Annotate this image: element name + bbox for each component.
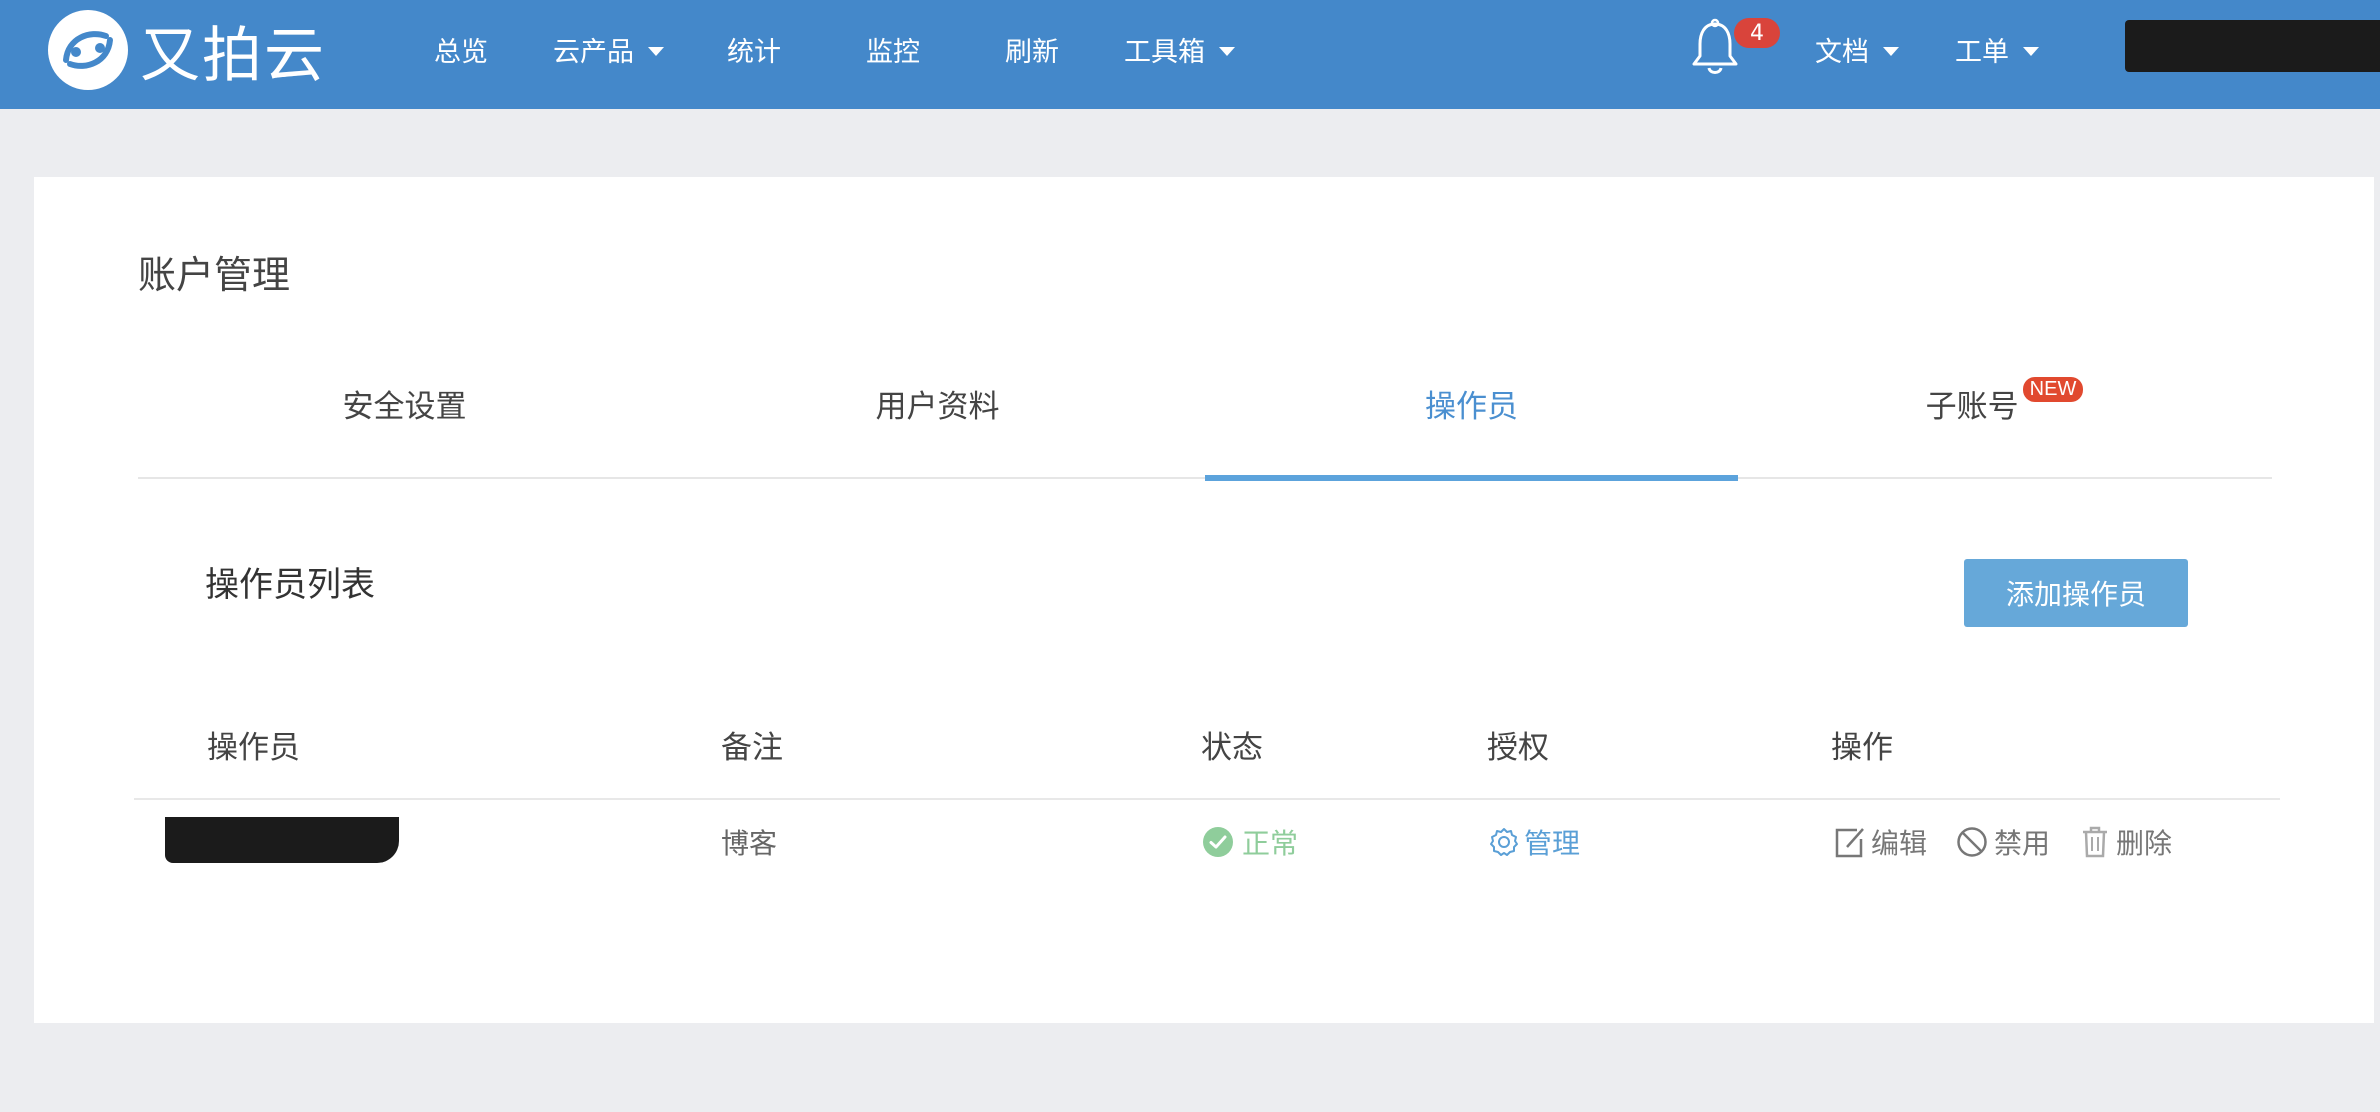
operators-section-title: 操作员列表 [205, 565, 375, 605]
disable-button[interactable]: 禁用 [1956, 822, 2050, 862]
tab-label: 安全设置 [342, 388, 467, 425]
edit-icon [1835, 828, 1864, 858]
top-nav-bar: 又拍云 总览 云产品 统计 监控 刷新 工具箱 4 文档 工单 [0, 0, 2380, 109]
column-header-remark: 备注 [721, 730, 783, 766]
nav-label: 总览 [434, 36, 488, 68]
add-operator-button[interactable]: 添加操作员 [1964, 559, 2188, 627]
tab-label: 操作员 [1425, 388, 1518, 425]
nav-label: 统计 [727, 36, 781, 68]
nav-item-refresh[interactable]: 刷新 [1005, 0, 1059, 98]
tab-sub-accounts[interactable]: 子账号 NEW [1738, 327, 2271, 479]
column-header-operator: 操作员 [207, 730, 300, 766]
redacted-user-menu[interactable] [2125, 20, 2380, 72]
delete-button[interactable]: 删除 [2080, 822, 2172, 862]
tab-security-settings[interactable]: 安全设置 [138, 327, 671, 479]
chevron-down-icon [1883, 46, 1899, 56]
nav-item-monitor[interactable]: 监控 [866, 0, 920, 98]
nav-label: 工具箱 [1124, 36, 1205, 68]
nav-label: 监控 [866, 36, 920, 68]
nav-item-statistics[interactable]: 统计 [727, 0, 781, 98]
redacted-operator-name [165, 817, 399, 863]
tab-label: 子账号 [1925, 388, 2019, 425]
nav-item-overview[interactable]: 总览 [434, 0, 488, 98]
auth-text: 管理 [1524, 827, 1581, 860]
operator-remark: 博客 [721, 827, 778, 860]
nav-item-docs[interactable]: 文档 [1815, 0, 1899, 98]
brand-logo[interactable]: 又拍云 [46, 8, 326, 92]
chevron-down-icon [2023, 46, 2039, 56]
chevron-down-icon [1219, 46, 1235, 56]
chevron-down-icon [648, 46, 664, 56]
brand-name: 又拍云 [140, 20, 326, 91]
tab-user-profile[interactable]: 用户资料 [671, 327, 1204, 479]
table-row: 博客 正常 管理 编辑 禁用 删除 [34, 800, 2374, 900]
account-management-card: 账户管理 安全设置 用户资料 操作员 子账号 NEW 操作员列表 添加操作员 操作… [34, 177, 2374, 1023]
page-title: 账户管理 [138, 253, 291, 297]
new-badge: NEW [2022, 376, 2084, 402]
notifications-button[interactable] [1690, 18, 1740, 78]
operator-status: 正常 [1202, 822, 1298, 862]
nav-label: 文档 [1815, 36, 1869, 68]
gear-icon [1490, 828, 1518, 856]
nav-item-cloud-products[interactable]: 云产品 [553, 0, 664, 98]
column-header-actions: 操作 [1831, 730, 1893, 766]
delete-label: 删除 [2116, 827, 2173, 860]
nav-label: 云产品 [553, 36, 634, 68]
column-header-status: 状态 [1201, 730, 1263, 766]
tab-operators[interactable]: 操作员 [1205, 327, 1738, 481]
trash-icon [2083, 826, 2107, 858]
account-tabs: 安全设置 用户资料 操作员 子账号 NEW [138, 327, 2272, 481]
column-header-authorization: 授权 [1487, 730, 1549, 766]
nav-item-tickets[interactable]: 工单 [1955, 0, 2039, 98]
status-text: 正常 [1242, 827, 1299, 860]
logo-mark-icon [48, 10, 128, 90]
edit-label: 编辑 [1871, 827, 1928, 860]
nav-label: 工单 [1955, 36, 2009, 68]
notification-count-badge: 4 [1734, 18, 1780, 48]
edit-button[interactable]: 编辑 [1833, 822, 1927, 862]
tab-label: 用户资料 [875, 388, 1000, 425]
ban-icon [1957, 827, 1987, 857]
bell-icon [1692, 18, 1738, 74]
check-circle-icon [1203, 827, 1233, 857]
nav-item-toolbox[interactable]: 工具箱 [1124, 0, 1235, 98]
manage-permissions-link[interactable]: 管理 [1488, 822, 1580, 862]
nav-label: 刷新 [1005, 36, 1059, 68]
disable-label: 禁用 [1994, 827, 2051, 860]
